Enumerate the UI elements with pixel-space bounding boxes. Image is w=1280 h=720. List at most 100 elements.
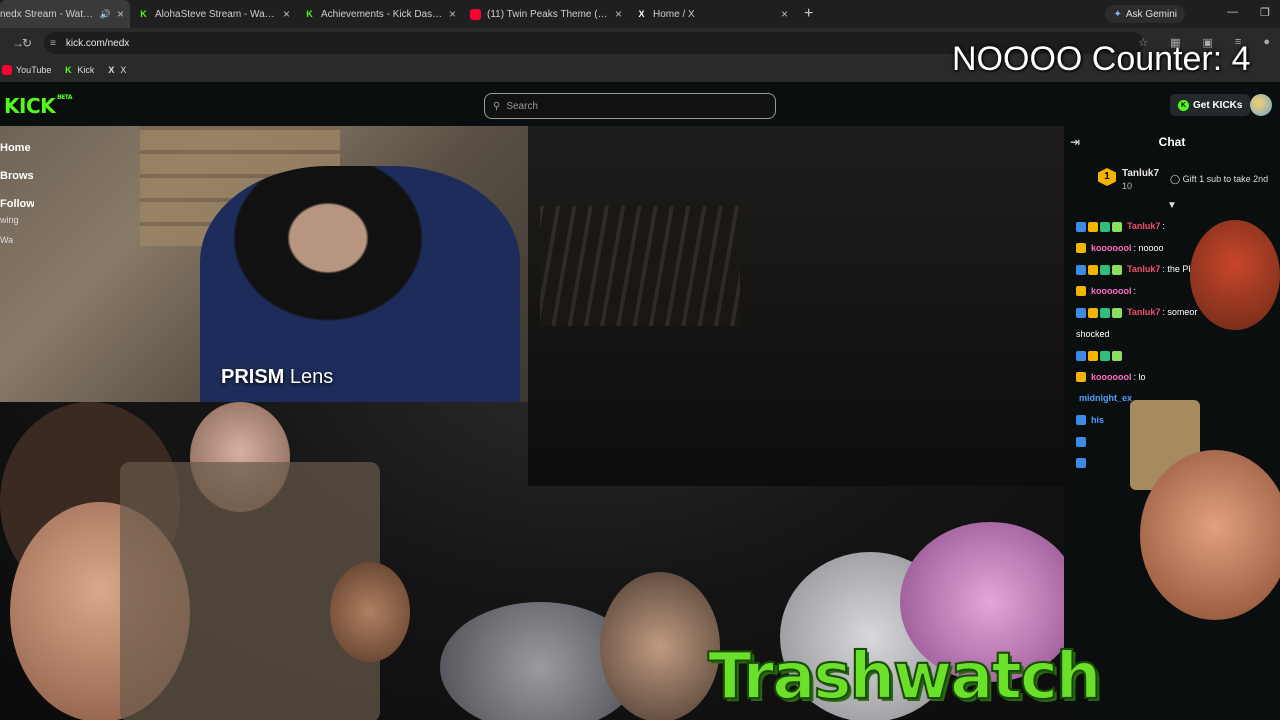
top-gifter-card[interactable]: 1 Tanluk7 10 ◯ Gift 1 sub to take 2nd (1064, 158, 1280, 200)
bookmark-youtube[interactable]: YouTube (2, 65, 51, 75)
sidebar-item-following[interactable]: Following (0, 182, 34, 210)
noooo-counter: NOOOO Counter: 4 (952, 40, 1251, 78)
collage-face (330, 562, 410, 662)
webcam-feed: PRISM Lens (0, 126, 528, 402)
tab-title: Home / X (653, 8, 695, 20)
prism-lens-label: PRISM Lens (221, 366, 333, 389)
gift-cta-text: Gift 1 sub to take 2nd (1182, 174, 1269, 184)
sidebar-item-home[interactable]: Home (0, 126, 34, 154)
close-tab-icon[interactable]: × (615, 7, 622, 21)
badge-icon (1112, 221, 1122, 232)
chat-pin-icon[interactable]: ▼ (1064, 200, 1280, 216)
speaker-icon[interactable]: 🔊 (100, 9, 111, 20)
close-tab-icon[interactable]: × (283, 7, 290, 21)
bookmark-label: YouTube (16, 65, 52, 75)
badge-icon (1076, 307, 1086, 318)
kick-logo[interactable]: KICK BETA (4, 94, 73, 118)
site-info-icon[interactable]: ≡ (50, 38, 56, 49)
x-icon: X (108, 65, 115, 75)
close-tab-icon[interactable]: × (117, 7, 124, 21)
chat-username[interactable]: his (1091, 410, 1104, 432)
close-tab-icon[interactable]: × (781, 7, 788, 21)
tab-alohasteve-stream[interactable]: K AlohaSteve Stream - Watch Live × (130, 0, 296, 28)
window-controls: — ❐ (1227, 6, 1270, 19)
chat-username[interactable]: kooooool (1091, 238, 1132, 260)
gifter-count: 10 (1122, 181, 1133, 191)
badge-icon (1076, 243, 1086, 254)
maximize-icon[interactable]: ❐ (1260, 6, 1270, 19)
chat-header: ⇥ Chat (1064, 126, 1280, 158)
bookmark-x[interactable]: X X (106, 65, 126, 75)
search-input[interactable]: ⚲ Search (484, 93, 776, 119)
kick-sidebar: Home Browse Following wing Wa (0, 126, 34, 286)
badge-icon (1100, 350, 1110, 361)
overlay-collage (1130, 220, 1280, 720)
kick-header: KICK BETA ⚲ Search K Get KICKs (0, 82, 1280, 126)
ask-gemini-button[interactable]: ✦ Ask Gemini (1105, 5, 1185, 23)
badge-icon (1112, 350, 1122, 361)
stream-player[interactable]: PRISM Lens (0, 126, 1064, 720)
prism-bold: PRISM (221, 366, 285, 388)
get-kicks-label: Get KICKs (1193, 99, 1243, 111)
bookmark-label: X (120, 65, 127, 75)
chat-username[interactable]: kooooool (1091, 281, 1132, 303)
avatar[interactable] (1250, 94, 1272, 116)
gift-cta[interactable]: ◯ Gift 1 sub to take 2nd (1170, 174, 1268, 185)
beta-tag: BETA (57, 94, 73, 101)
ceiling-beams (540, 206, 740, 326)
badge-icon (1076, 221, 1086, 232)
get-kicks-button[interactable]: K Get KICKs (1170, 94, 1251, 116)
kick-icon: K (140, 8, 147, 19)
badge-icon (1076, 286, 1086, 297)
reload-icon[interactable]: ↻ (22, 36, 32, 50)
chat-text: shocked (1076, 328, 1110, 339)
badge-icon (1088, 350, 1098, 361)
badge-icon (1088, 264, 1098, 275)
tab-title: Achievements - Kick Dashboard (321, 8, 443, 20)
tab-home-x[interactable]: X Home / X × (628, 0, 794, 28)
close-tab-icon[interactable]: × (449, 7, 456, 21)
badge-icon (1100, 307, 1110, 318)
kick-logo-text: KICK (4, 94, 56, 118)
chat-username[interactable]: midnight_ex (1079, 388, 1132, 410)
kicks-coin-icon: K (1178, 99, 1189, 111)
sidebar-item-browse[interactable]: Browse (0, 154, 34, 182)
tab-title: (11) Twin Peaks Theme (Instrum… (487, 8, 609, 20)
youtube-icon (470, 8, 481, 20)
gemini-spark-icon: ✦ (1113, 8, 1122, 20)
bookmark-kick[interactable]: K Kick (63, 65, 94, 75)
search-placeholder: Search (506, 100, 539, 112)
minimize-icon[interactable]: — (1227, 6, 1238, 19)
badge-icon (1076, 458, 1086, 469)
badge-icon (1112, 264, 1122, 275)
badge-icon (1076, 264, 1086, 275)
lens-text: Lens (284, 366, 334, 388)
profile-icon[interactable]: ● (1263, 36, 1270, 49)
kick-icon: K (306, 8, 313, 19)
rooster-image (1190, 220, 1280, 330)
badge-icon (1076, 436, 1086, 447)
badge-icon (1088, 221, 1098, 232)
chat-title: Chat (1158, 135, 1186, 149)
laughing-man-face (1140, 450, 1280, 620)
collapse-chat-icon[interactable]: ⇥ (1070, 135, 1080, 149)
badge-icon (1076, 415, 1086, 426)
kick-icon: K (65, 65, 72, 75)
badge-icon (1112, 307, 1122, 318)
badge-icon (1100, 264, 1110, 275)
ask-gemini-label: Ask Gemini (1125, 8, 1177, 20)
tab-title: nedx Stream - Watch Live on Kick (0, 8, 96, 20)
chat-username[interactable]: kooooool (1091, 367, 1132, 389)
tab-nedx-stream[interactable]: nedx Stream - Watch Live on Kick 🔊 × (0, 0, 130, 28)
sidebar-item-label: wing (0, 215, 19, 225)
trashwatch-banner: Trashwatch (707, 639, 1102, 715)
tab-twin-peaks[interactable]: (11) Twin Peaks Theme (Instrum… × (462, 0, 628, 28)
tab-achievements[interactable]: K Achievements - Kick Dashboard × (296, 0, 462, 28)
youtube-icon (2, 65, 12, 75)
tab-title: AlohaSteve Stream - Watch Live (155, 8, 277, 20)
sidebar-item-label: Wa (0, 235, 14, 245)
collage-face (600, 572, 720, 720)
browser-tabstrip: nedx Stream - Watch Live on Kick 🔊 × K A… (0, 0, 1280, 28)
gifter-name: Tanluk7 (1122, 168, 1160, 179)
new-tab-button[interactable]: + (804, 5, 813, 23)
